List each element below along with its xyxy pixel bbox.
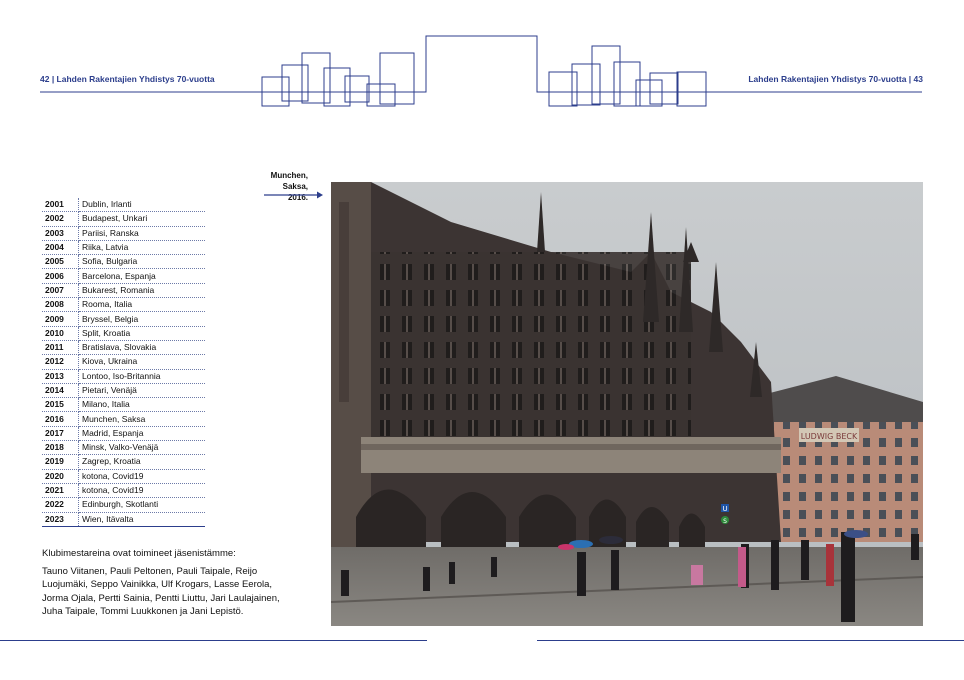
year-cell: 2008 (42, 297, 79, 313)
champions-heading: Klubimestareina ovat toimineet jäsenistä… (42, 548, 236, 559)
destination-cell: Budapest, Unkari (78, 211, 205, 227)
destination-cell: Kiova, Ukraina (78, 354, 205, 370)
destination-cell: Rooma, Italia (78, 297, 205, 313)
year-cell: 2018 (42, 440, 79, 456)
table-row: 2018 Minsk, Valko-Venäjä (42, 440, 205, 456)
year-cell: 2015 (42, 397, 79, 413)
table-row: 2001 Dublin, Irlanti (42, 198, 205, 213)
table-row: 2014 Pietari, Venäjä (42, 383, 205, 399)
year-cell: 2017 (42, 426, 79, 442)
footer-rule-right (537, 640, 964, 641)
munich-town-hall-photo: LUDWIG BECK U S (331, 182, 923, 626)
year-cell: 2003 (42, 226, 79, 241)
table-row: 2006 Barcelona, Espanja (42, 268, 205, 284)
table-row: 2004 Riika, Latvia (42, 240, 205, 256)
table-row: 2020 kotona, Covid19 (42, 469, 205, 484)
destination-cell: Pietari, Venäjä (78, 383, 205, 399)
table-row: 2009 Bryssel, Belgia (42, 311, 205, 327)
destination-cell: Riika, Latvia (78, 240, 205, 256)
table-row: 2012 Kiova, Ukraina (42, 354, 205, 370)
store-sign: LUDWIG BECK (801, 432, 858, 441)
arrow-right-icon (264, 191, 323, 199)
destination-cell: kotona, Covid19 (78, 483, 205, 499)
year-cell: 2014 (42, 383, 79, 399)
trip-year-table: 2001 Dublin, Irlanti 2002 Budapest, Unkari 2… (42, 198, 205, 527)
table-row: 2017 Madrid, Espanja (42, 426, 205, 442)
destination-cell: Sofia, Bulgaria (78, 254, 205, 270)
table-row: 2007 Bukarest, Romania (42, 283, 205, 299)
table-row: 2002 Budapest, Unkari (42, 211, 205, 227)
table-row: 2008 Rooma, Italia (42, 297, 205, 313)
destination-cell: Barcelona, Espanja (78, 268, 205, 284)
year-cell: 2011 (42, 340, 79, 356)
champions-names: Tauno Viitanen, Pauli Peltonen, Pauli Ta… (42, 566, 280, 617)
year-cell: 2006 (42, 268, 79, 284)
year-cell: 2004 (42, 240, 79, 256)
destination-cell: Minsk, Valko-Venäjä (78, 440, 205, 456)
destination-cell: Bryssel, Belgia (78, 311, 205, 327)
skyline-decoration (40, 35, 922, 107)
s-bahn-sign: S (723, 518, 727, 525)
table-row: 2015 Milano, Italia (42, 397, 205, 413)
year-cell: 2012 (42, 354, 79, 370)
year-cell: 2020 (42, 469, 79, 484)
destination-cell: Dublin, Irlanti (78, 198, 205, 213)
table-row: 2013 Lontoo, Iso-Britannia (42, 369, 205, 384)
destination-cell: Split, Kroatia (78, 326, 205, 341)
year-cell: 2022 (42, 497, 79, 513)
destination-cell: Pariisi, Ranska (78, 226, 205, 241)
destination-cell: Lontoo, Iso-Britannia (78, 369, 205, 384)
table-row: 2010 Split, Kroatia (42, 326, 205, 341)
footer-rule-left (0, 640, 427, 641)
destination-cell: Bukarest, Romania (78, 283, 205, 299)
destination-cell: Bratislava, Slovakia (78, 340, 205, 356)
year-cell: 2019 (42, 454, 79, 470)
table-row: 2023 Wien, Itävalta (42, 512, 205, 527)
destination-cell: Milano, Italia (78, 397, 205, 413)
destination-cell: Munchen, Saksa (78, 411, 205, 427)
year-cell: 2016 (42, 411, 79, 427)
destination-cell: Edinburgh, Skotlanti (78, 497, 205, 513)
year-cell: 2023 (42, 512, 79, 527)
year-cell: 2021 (42, 483, 79, 499)
destination-cell: Zagrep, Kroatia (78, 454, 205, 470)
destination-cell: Wien, Itävalta (78, 512, 205, 527)
table-row: 2019 Zagrep, Kroatia (42, 454, 205, 470)
year-cell: 2010 (42, 326, 79, 341)
table-row: 2021 kotona, Covid19 (42, 483, 205, 499)
table-row: 2011 Bratislava, Slovakia (42, 340, 205, 356)
u-bahn-sign: U (722, 505, 727, 513)
destination-cell: kotona, Covid19 (78, 469, 205, 484)
destination-cell: Madrid, Espanja (78, 426, 205, 442)
table-row: 2005 Sofia, Bulgaria (42, 254, 205, 270)
year-cell: 2009 (42, 311, 79, 327)
year-cell: 2005 (42, 254, 79, 270)
table-row: 2016 Munchen, Saksa (42, 411, 205, 427)
year-cell: 2001 (42, 198, 79, 213)
year-cell: 2007 (42, 283, 79, 299)
year-cell: 2013 (42, 369, 79, 384)
year-cell: 2002 (42, 211, 79, 227)
table-row: 2003 Pariisi, Ranska (42, 226, 205, 241)
table-row: 2022 Edinburgh, Skotlanti (42, 497, 205, 513)
